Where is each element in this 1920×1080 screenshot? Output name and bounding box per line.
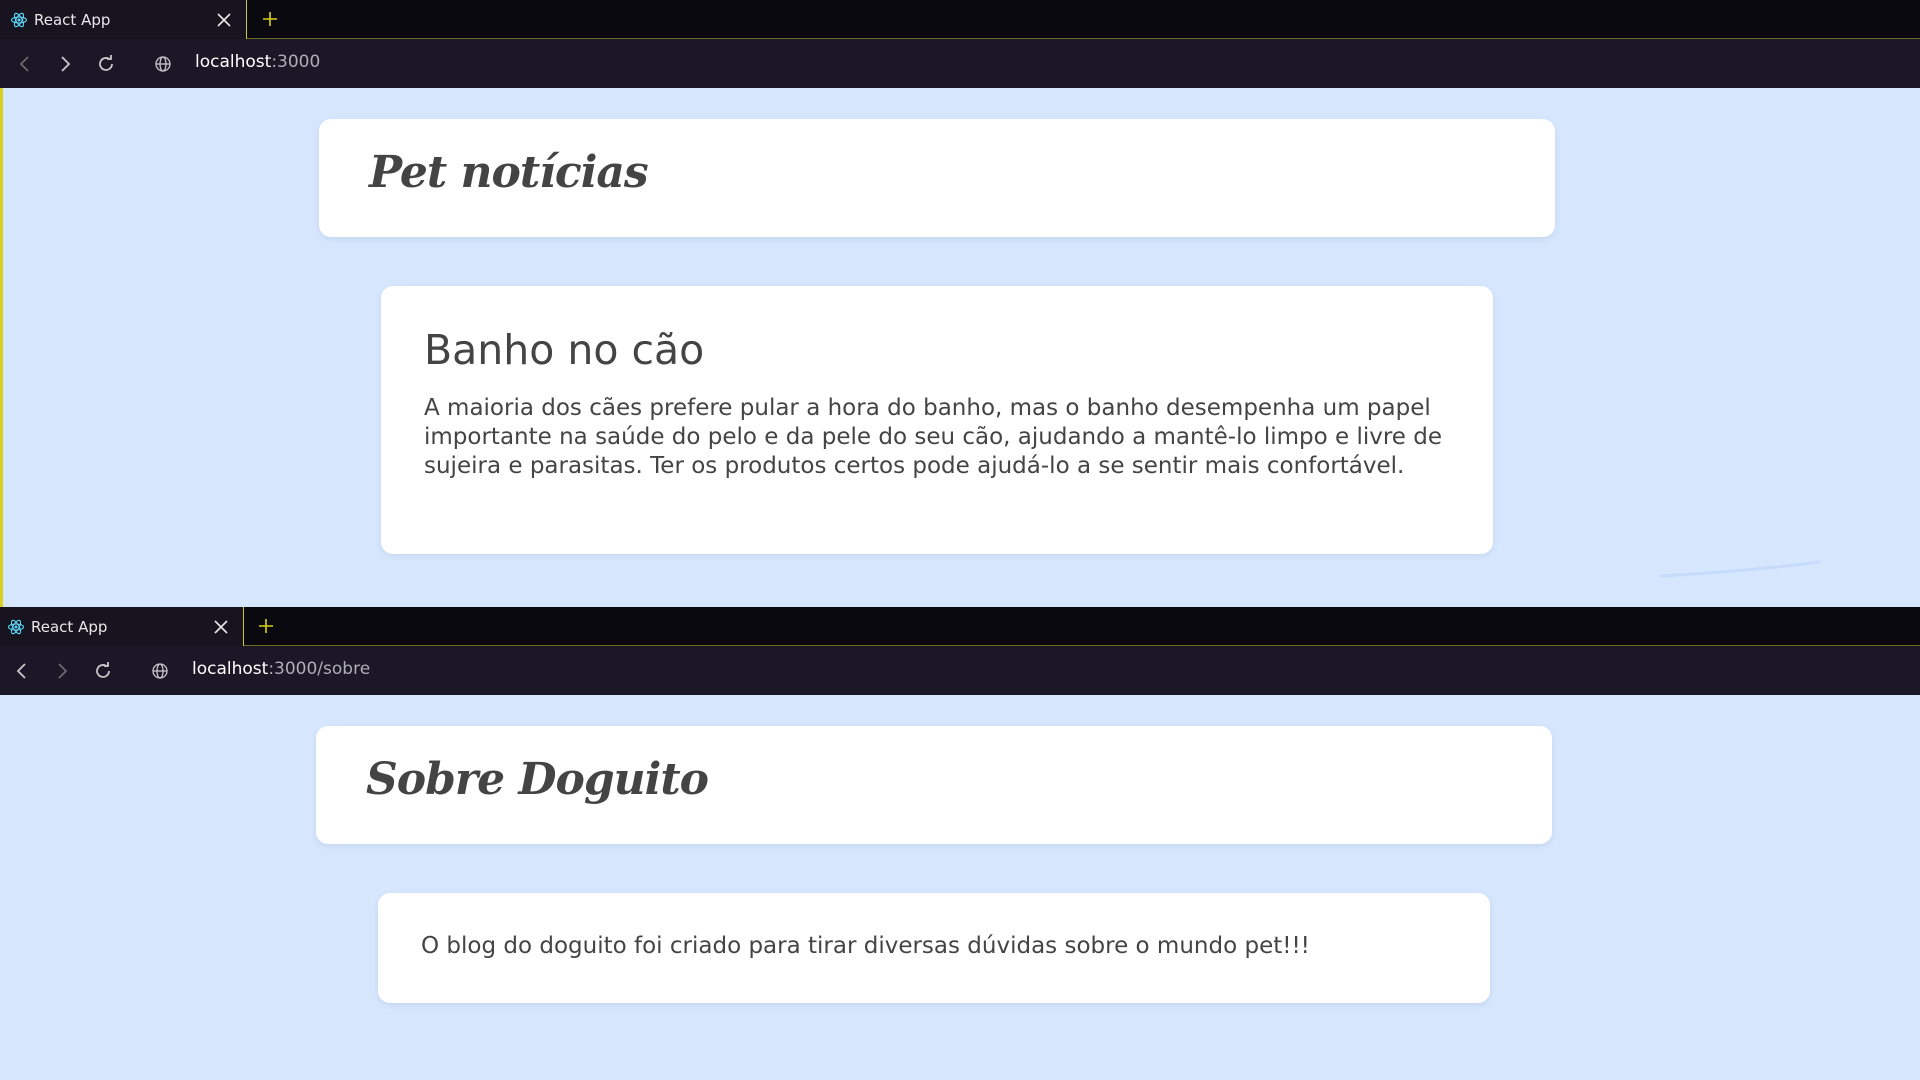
about-card: O blog do doguito foi criado para tirar … [378, 893, 1490, 1003]
page-title: Pet notícias [369, 147, 649, 198]
url-path: :3000 [271, 52, 321, 72]
post-card: Banho no cão A maioria dos cães prefere … [381, 286, 1493, 554]
new-tab-plus-icon[interactable] [256, 5, 284, 33]
react-icon [7, 618, 25, 636]
address-bar-url[interactable]: localhost:3000 [195, 52, 320, 72]
forward-arrow-icon[interactable] [47, 656, 77, 686]
header-card: Pet notícias [319, 119, 1555, 237]
browser-toolbar: localhost:3000 [0, 39, 1920, 88]
tab-strip: React App [0, 0, 1920, 39]
react-icon [10, 11, 28, 29]
back-arrow-icon[interactable] [10, 49, 40, 79]
decorative-wave [1660, 560, 1820, 578]
tab-strip: React App [0, 607, 1920, 646]
reload-icon[interactable] [88, 656, 118, 686]
forward-arrow-icon[interactable] [50, 49, 80, 79]
page-viewport: Sobre Doguito O blog do doguito foi cria… [0, 695, 1920, 1080]
close-tab-icon[interactable] [210, 6, 238, 34]
browser-window-home: React App localhost:3000 Pet notícias Ba… [0, 0, 1920, 607]
browser-tab[interactable]: React App [0, 0, 247, 39]
about-text: O blog do doguito foi criado para tirar … [421, 933, 1310, 959]
close-tab-icon[interactable] [207, 613, 235, 641]
reload-icon[interactable] [91, 49, 121, 79]
browser-window-about: React App localhost:3000/sobre Sobre Dog… [0, 607, 1920, 1080]
post-body: A maioria dos cães prefere pular a hora … [424, 395, 1443, 479]
url-host: localhost [195, 52, 272, 72]
window-frame-accent [0, 88, 3, 607]
url-host: localhost [192, 659, 269, 679]
page-title: Sobre Doguito [366, 754, 709, 805]
url-path: :3000/sobre [268, 659, 371, 679]
browser-tab[interactable]: React App [0, 607, 244, 646]
page-viewport: Pet notícias Banho no cão A maioria dos … [0, 88, 1920, 607]
tab-title: React App [31, 617, 108, 636]
post-title: Banho no cão [424, 326, 705, 374]
back-arrow-icon[interactable] [7, 656, 37, 686]
globe-icon[interactable] [153, 54, 173, 74]
globe-icon[interactable] [150, 661, 170, 681]
browser-toolbar: localhost:3000/sobre [0, 646, 1920, 695]
tab-title: React App [34, 10, 111, 29]
address-bar-url[interactable]: localhost:3000/sobre [192, 659, 370, 679]
new-tab-plus-icon[interactable] [252, 612, 280, 640]
header-card: Sobre Doguito [316, 726, 1552, 844]
